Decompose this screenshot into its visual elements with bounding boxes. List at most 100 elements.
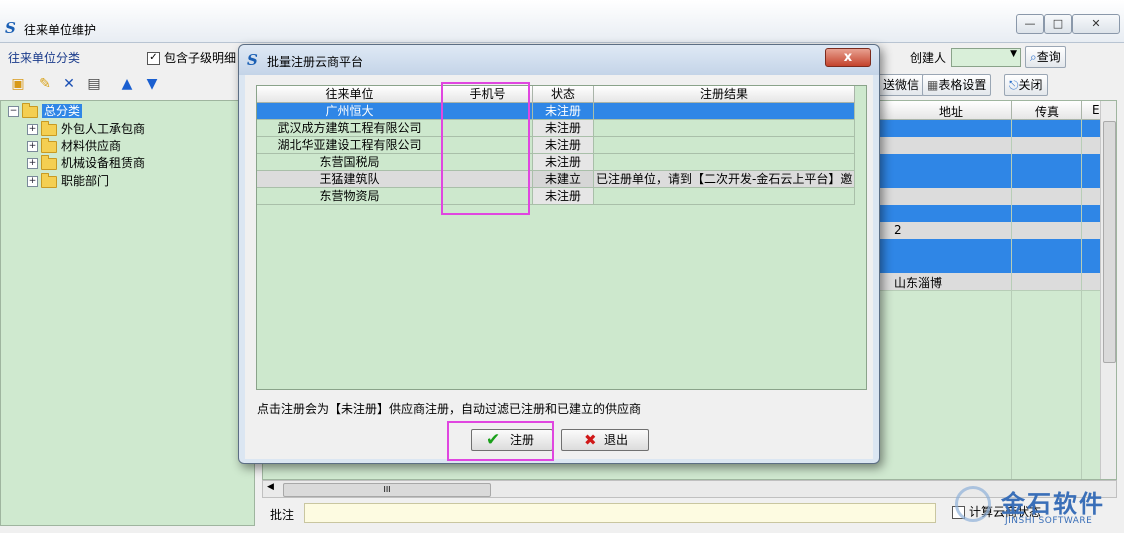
address-cell: 山东淄博 <box>894 276 943 290</box>
maximize-button[interactable]: □ <box>1044 14 1072 34</box>
expand-icon[interactable]: + <box>27 124 38 135</box>
status-cell: 未注册 <box>533 120 594 137</box>
arrow-down-icon[interactable]: ▼ <box>143 75 161 93</box>
result-cell <box>594 154 855 171</box>
table-settings-label: 表格设置 <box>938 78 987 92</box>
query-button[interactable]: ⌕查询 <box>1025 46 1066 68</box>
jinshi-watermark: 金石软件 JINSHI SOFTWARE <box>955 484 1120 529</box>
result-cell <box>594 188 855 205</box>
folder-icon <box>41 120 57 136</box>
column-header-address: 地址 <box>939 105 964 119</box>
logo-swirl-icon <box>955 486 991 522</box>
category-header-label: 往来单位分类 <box>8 51 81 65</box>
expand-icon[interactable]: + <box>27 176 38 187</box>
main-title-bar: S 往来单位维护 — □ ✕ <box>0 0 1124 43</box>
folder-icon <box>41 154 57 170</box>
table-settings-button[interactable]: ▦表格设置 <box>922 74 992 96</box>
column-divider <box>1011 101 1012 119</box>
dialog-title: 批量注册云商平台 <box>267 55 364 69</box>
column-header-status: 状态 <box>533 86 594 103</box>
grid-icon: ▦ <box>927 78 939 92</box>
unit-cell: 湖北华亚建设工程有限公司 <box>257 137 443 154</box>
status-cell: 未注册 <box>533 103 594 120</box>
status-cell: 未注册 <box>533 154 594 171</box>
collapse-icon[interactable]: − <box>8 106 19 117</box>
tree-node-label: 材料供应商 <box>61 139 122 153</box>
vertical-scrollbar[interactable] <box>1100 101 1116 479</box>
watermark-cn: 金石软件 <box>1001 490 1105 518</box>
hscroll-thumb[interactable]: III <box>283 483 491 497</box>
tree-node-child[interactable]: + 材料供应商 <box>27 137 122 155</box>
creator-select[interactable]: ▼ <box>951 48 1021 67</box>
minimize-button[interactable]: — <box>1016 14 1044 34</box>
tree-node-label: 职能部门 <box>61 174 110 188</box>
folder-icon <box>41 172 57 188</box>
tree-node-root[interactable]: − 总分类 <box>8 102 83 120</box>
magnifier-icon: ⌕ <box>1030 50 1037 64</box>
tree-node-child[interactable]: + 外包人工承包商 <box>27 120 146 138</box>
category-tree: − 总分类 + 外包人工承包商 + 材料供应商 + 机械设备租赁商 + 职能部门 <box>0 100 255 526</box>
include-children-checkbox[interactable]: ✓ 包含子级明细 <box>147 49 236 66</box>
result-cell <box>594 137 855 154</box>
phone-column-highlight <box>441 82 530 215</box>
close-panel-button[interactable]: ⎋关闭 <box>1004 74 1048 96</box>
column-divider <box>1081 119 1082 479</box>
column-divider <box>1011 119 1012 479</box>
folder-open-icon <box>22 102 38 118</box>
arrow-up-icon[interactable]: ▲ <box>118 75 136 93</box>
tree-node-label: 机械设备租赁商 <box>61 156 146 170</box>
column-header-unit: 往来单位 <box>257 86 443 103</box>
creator-label: 创建人 <box>910 51 947 65</box>
edit-folder-icon[interactable]: ✎ <box>36 75 54 93</box>
column-header-result: 注册结果 <box>594 86 855 103</box>
send-wechat-button[interactable]: 送微信 <box>878 74 925 96</box>
result-cell <box>594 120 855 137</box>
status-cell: 未建立 <box>533 171 594 188</box>
document-icon[interactable]: ▤ <box>85 75 103 93</box>
new-folder-icon[interactable]: ▣ <box>9 75 27 93</box>
result-cell <box>594 103 855 120</box>
scrollbar-thumb[interactable] <box>1103 121 1116 363</box>
note-label: 批注 <box>270 508 295 522</box>
folder-icon <box>41 137 57 153</box>
column-header-extra: E <box>1092 103 1100 117</box>
unit-cell: 东营国税局 <box>257 154 443 171</box>
register-button-highlight <box>447 421 554 461</box>
tree-node-label: 外包人工承包商 <box>61 122 146 136</box>
exit-button[interactable]: ✖ 退出 <box>561 429 649 451</box>
main-window-title: 往来单位维护 <box>24 23 97 37</box>
scroll-left-icon[interactable]: ◀ <box>267 482 274 492</box>
address-cell: 2 <box>894 223 902 237</box>
unit-cell: 东营物资局 <box>257 188 443 205</box>
checkbox-check-icon: ✓ <box>147 52 160 65</box>
tree-node-child[interactable]: + 机械设备租赁商 <box>27 154 146 172</box>
note-input[interactable] <box>304 503 936 523</box>
dialog-title-bar: S 批量注册云商平台 x <box>239 45 879 75</box>
status-cell: 未注册 <box>533 137 594 154</box>
unit-cell: 广州恒大 <box>257 103 443 120</box>
dialog-close-button[interactable]: x <box>825 48 871 67</box>
expand-icon[interactable]: + <box>27 158 38 169</box>
column-divider <box>1081 101 1082 119</box>
status-cell: 未注册 <box>533 188 594 205</box>
expand-icon[interactable]: + <box>27 141 38 152</box>
red-x-icon: ✖ <box>584 431 597 449</box>
close-panel-label: 关闭 <box>1018 78 1043 92</box>
unit-cell: 武汉成方建筑工程有限公司 <box>257 120 443 137</box>
register-hint: 点击注册会为【未注册】供应商注册，自动过滤已注册和已建立的供应商 <box>257 402 642 416</box>
dialog-body: 往来单位 手机号 状态 注册结果 广州恒大 未注册 武汉成方建筑工程有限公司 未… <box>245 75 873 461</box>
dialog-logo-icon: S <box>247 51 258 69</box>
batch-register-dialog: S 批量注册云商平台 x 往来单位 手机号 状态 注册结果 广州恒大 未注册 武… <box>238 44 880 464</box>
app-logo-icon: S <box>5 19 16 37</box>
exit-label: 退出 <box>604 433 629 447</box>
watermark-en: JINSHI SOFTWARE <box>1005 516 1093 526</box>
delete-icon[interactable]: ✕ <box>60 75 78 93</box>
column-header-fax: 传真 <box>1035 105 1060 119</box>
exit-door-icon: ⎋ <box>1009 78 1019 92</box>
result-cell: 已注册单位，请到【二次开发-金石云上平台】邀 <box>594 171 855 188</box>
query-label: 查询 <box>1036 50 1061 64</box>
close-window-button[interactable]: ✕ <box>1072 14 1120 34</box>
tree-node-child[interactable]: + 职能部门 <box>27 172 110 190</box>
tree-node-root-label: 总分类 <box>42 104 83 118</box>
include-children-label: 包含子级明细 <box>164 51 237 65</box>
